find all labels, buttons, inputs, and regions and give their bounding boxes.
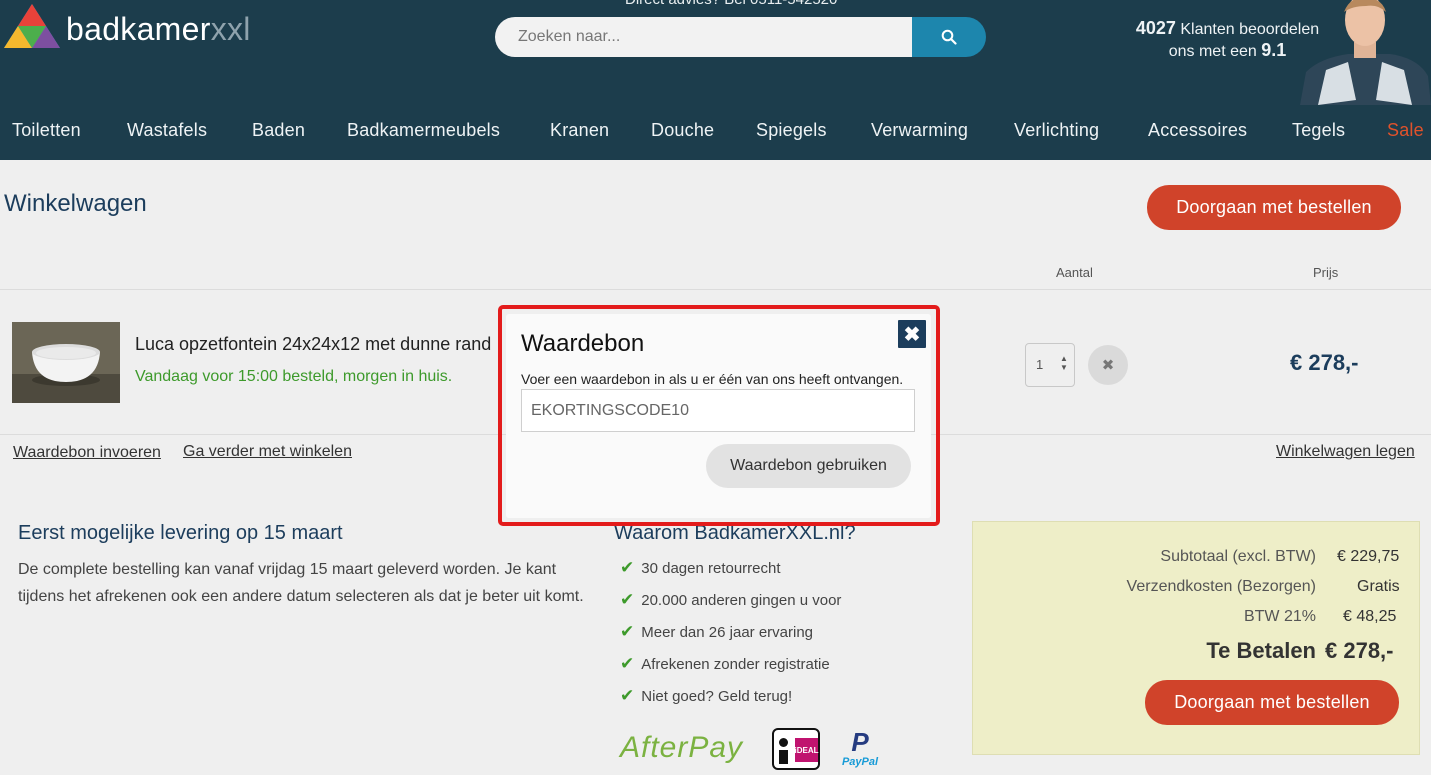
modal-title: Waardebon (521, 330, 645, 357)
check-icon: ✔ (620, 590, 635, 609)
reviews-line2: ons met een (1168, 43, 1257, 60)
nav-item-toiletten[interactable]: Toiletten (12, 120, 81, 141)
nav-item-sale[interactable]: Sale (1387, 120, 1424, 141)
apply-voucher-button[interactable]: Waardebon gebruiken (706, 444, 911, 488)
modal-description: Voer een waardebon in als u er één van o… (521, 371, 904, 387)
search-button[interactable] (912, 17, 986, 57)
paypal-logo: P PayPal (841, 727, 879, 768)
search-input[interactable] (495, 17, 915, 57)
empty-cart-link[interactable]: Winkelwagen legen (1276, 443, 1415, 461)
check-icon: ✔ (620, 622, 635, 641)
why-list-item: ✔ 30 dagen retourrecht (620, 558, 781, 577)
main-nav: Toiletten Wastafels Baden Badkamermeubel… (0, 105, 1431, 160)
why-list-item: ✔ 20.000 anderen gingen u voor (620, 590, 842, 609)
logo-text: badkamerxxl (66, 11, 251, 47)
divider (0, 289, 1431, 290)
nav-item-badkamermeubels[interactable]: Badkamermeubels (347, 120, 500, 141)
why-list-item: ✔ Meer dan 26 jaar ervaring (620, 622, 814, 641)
nav-item-douche[interactable]: Douche (651, 120, 714, 141)
column-header-quantity: Aantal (1056, 265, 1093, 280)
product-image[interactable] (12, 322, 120, 403)
order-summary: Subtotaal (excl. BTW) € 229,75 Verzendko… (972, 521, 1420, 755)
ideal-logo: iDEAL (772, 728, 820, 770)
quantity-value: 1 (1036, 357, 1044, 372)
total-value: € 278,- (1325, 638, 1394, 663)
vat-label: BTW 21% (1243, 608, 1316, 625)
search-icon (941, 29, 957, 45)
nav-item-verwarming[interactable]: Verwarming (871, 120, 968, 141)
nav-item-spiegels[interactable]: Spiegels (756, 120, 827, 141)
total-label: Te Betalen (1206, 638, 1316, 663)
page-title: Winkelwagen (4, 190, 147, 217)
close-icon: ✖ (1101, 357, 1115, 374)
check-icon: ✔ (620, 686, 635, 705)
afterpay-logo: AfterPay (620, 731, 744, 764)
voucher-code-input[interactable] (521, 389, 915, 432)
product-price: € 278,- (1290, 350, 1359, 375)
nav-item-tegels[interactable]: Tegels (1292, 120, 1345, 141)
reviews-line1: Klanten beoordelen (1180, 21, 1320, 38)
checkout-button-top[interactable]: Doorgaan met bestellen (1147, 185, 1401, 230)
voucher-modal: Waardebon ✖ Voer een waardebon in als u … (506, 314, 931, 518)
shipping-value: Gratis (1357, 578, 1400, 595)
reviews-count: 4027 (1135, 18, 1176, 38)
modal-close-button[interactable]: ✖ (898, 320, 926, 348)
direct-advice-text: Direct advies? Bel 0511-542520 (625, 0, 837, 8)
quantity-arrows-icon: ▲ ▼ (1060, 354, 1068, 372)
avatar (1300, 0, 1431, 105)
nav-item-kranen[interactable]: Kranen (550, 120, 609, 141)
checkout-button-bottom[interactable]: Doorgaan met bestellen (1145, 680, 1399, 725)
nav-item-baden[interactable]: Baden (252, 120, 305, 141)
check-icon: ✔ (620, 558, 635, 577)
shipping-label: Verzendkosten (Bezorgen) (1126, 578, 1316, 595)
why-list-item: ✔ Afrekenen zonder registratie (620, 654, 830, 673)
subtotal-value: € 229,75 (1337, 548, 1400, 565)
nav-item-verlichting[interactable]: Verlichting (1014, 120, 1099, 141)
nav-item-accessoires[interactable]: Accessoires (1148, 120, 1247, 141)
site-header: Direct advies? Bel 0511-542520 badkamerx… (0, 0, 1431, 105)
continue-shopping-link[interactable]: Ga verder met winkelen (183, 443, 352, 461)
why-list-item: ✔ Niet goed? Geld terug! (620, 686, 793, 705)
voucher-link[interactable]: Waardebon invoeren (13, 444, 161, 462)
close-icon: ✖ (903, 323, 921, 346)
delivery-text: De complete bestelling kan vanaf vrijdag… (18, 561, 584, 605)
reviews-score: 9.1 (1261, 40, 1287, 60)
nav-item-wastafels[interactable]: Wastafels (127, 120, 207, 141)
vat-value: € 48,25 (1343, 608, 1397, 625)
product-delivery-info: Vandaag voor 15:00 besteld, morgen in hu… (135, 368, 453, 385)
logo[interactable]: badkamerxxl (4, 2, 264, 54)
remove-item-button[interactable]: ✖ (1088, 345, 1128, 385)
logo-icon (4, 4, 60, 48)
delivery-title: Eerst mogelijke levering op 15 maart (18, 522, 343, 544)
product-name[interactable]: Luca opzetfontein 24x24x12 met dunne ran… (135, 334, 491, 355)
subtotal-label: Subtotaal (excl. BTW) (1160, 548, 1316, 565)
column-header-price: Prijs (1313, 265, 1339, 280)
check-icon: ✔ (620, 654, 635, 673)
